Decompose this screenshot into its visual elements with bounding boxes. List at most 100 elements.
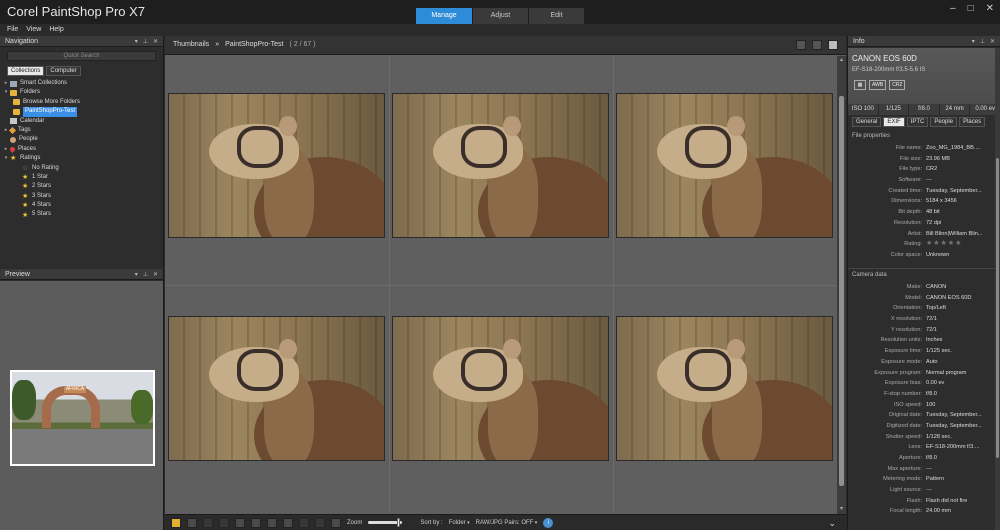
tab-collections[interactable]: Collections xyxy=(7,66,45,76)
info-scrollbar[interactable] xyxy=(995,48,1000,530)
thumbnail-view-icon[interactable] xyxy=(828,40,838,50)
tab-manage[interactable]: Manage xyxy=(416,8,473,24)
property-value: CANON EOS 60D xyxy=(926,294,972,301)
tree-folders[interactable]: ▾ Folders xyxy=(2,88,163,97)
zoom-slider[interactable] xyxy=(368,518,403,527)
white-balance-icon: AWB xyxy=(869,80,887,90)
sort-dropdown[interactable]: Folder xyxy=(449,520,470,526)
thumbnail-6[interactable] xyxy=(616,316,833,461)
tab-iptc[interactable]: IPTC xyxy=(906,117,929,127)
share-icon[interactable] xyxy=(267,517,277,528)
property-row: X resolution: 72/1 xyxy=(848,314,995,325)
property-label: F-stop number: xyxy=(884,390,922,397)
menu-file[interactable]: File xyxy=(7,24,18,36)
pin-icon[interactable]: ⊥ xyxy=(143,271,148,278)
rotate-right-icon[interactable] xyxy=(315,517,325,528)
collapse-icon[interactable]: ▾ xyxy=(2,154,10,163)
property-value: Unknown xyxy=(926,251,950,258)
paint-icon[interactable] xyxy=(219,517,229,528)
info-icon[interactable]: i xyxy=(543,517,554,528)
tree-2-stars[interactable]: ★ 2 Stars xyxy=(2,182,163,191)
tab-places[interactable]: Places xyxy=(959,117,986,127)
minimize-icon[interactable]: – xyxy=(950,3,956,14)
property-label: X resolution: xyxy=(890,316,922,323)
property-value: 23.96 MB xyxy=(926,155,950,162)
tree-ratings[interactable]: ▾ ★ Ratings xyxy=(2,154,163,163)
tree-browse-more-folders[interactable]: Browse More Folders xyxy=(2,98,163,107)
property-row: Orientation: Top/Left xyxy=(848,303,995,314)
tree-1-star[interactable]: ★ 1 Star xyxy=(2,173,163,182)
panel-close-icon[interactable]: ✕ xyxy=(153,38,158,45)
property-value: --- xyxy=(926,177,932,184)
edit-icon[interactable] xyxy=(187,517,197,528)
scroll-up-icon[interactable]: ▴ xyxy=(837,56,846,65)
brush-icon[interactable] xyxy=(203,517,213,528)
tree-3-stars[interactable]: ★ 3 Stars xyxy=(2,192,163,201)
select-all-icon[interactable] xyxy=(171,517,181,528)
tree-calendar[interactable]: Calendar xyxy=(2,117,163,126)
property-row: File size: 23.96 MB xyxy=(848,154,995,165)
tab-general[interactable]: General xyxy=(852,117,882,127)
map-icon[interactable] xyxy=(331,517,341,528)
tree-smart-collections[interactable]: ▸ Smart Collections xyxy=(2,79,163,88)
tree-4-stars[interactable]: ★ 4 Stars xyxy=(2,201,163,210)
property-value: ★★★★★ xyxy=(926,240,963,248)
tab-people[interactable]: People xyxy=(930,117,958,127)
property-row: Rating: ★★★★★ xyxy=(848,239,995,250)
thumbnail-5[interactable] xyxy=(392,316,609,461)
tab-adjust[interactable]: Adjust xyxy=(473,8,529,24)
property-row: ISO speed: 100 xyxy=(848,400,995,411)
menu-view[interactable]: View xyxy=(26,24,41,36)
refresh-icon[interactable] xyxy=(796,40,806,50)
thumbnails-scrollbar[interactable]: ▴ ▾ xyxy=(837,56,846,514)
details-view-icon[interactable] xyxy=(812,40,822,50)
maximize-icon[interactable]: □ xyxy=(968,3,974,14)
panel-close-icon[interactable]: ✕ xyxy=(990,38,995,45)
pin-icon[interactable]: ⊥ xyxy=(143,38,148,45)
print-icon[interactable] xyxy=(235,517,245,528)
property-label: Exposure bias: xyxy=(884,380,922,387)
panel-menu-icon[interactable]: ▾ xyxy=(972,38,975,45)
panel-menu-icon[interactable]: ▾ xyxy=(135,38,138,45)
zoom-slider-knob[interactable] xyxy=(396,518,400,527)
property-row: Exposure bias: 0.00 ev xyxy=(848,378,995,389)
batch-icon[interactable] xyxy=(283,517,293,528)
collapse-icon[interactable]: ▾ xyxy=(2,88,10,97)
tab-exif[interactable]: EXIF xyxy=(883,117,905,127)
breadcrumb-thumbnails[interactable]: Thumbnails xyxy=(173,41,209,48)
tab-edit[interactable]: Edit xyxy=(529,8,585,24)
file-format-icon: CR2 xyxy=(889,80,906,90)
raw-jpg-pairs-dropdown[interactable]: RAW/JPG Pairs: OFF xyxy=(476,520,538,526)
tree-5-stars[interactable]: ★ 5 Stars xyxy=(2,210,163,219)
tab-computer[interactable]: Computer xyxy=(46,66,81,76)
tree-no-rating[interactable]: ☆ No Rating xyxy=(2,164,163,173)
tree-places[interactable]: ▸ Places xyxy=(2,145,163,154)
preview-title: Preview xyxy=(5,270,30,278)
collapse-chevron-icon[interactable]: ⌄ xyxy=(828,518,836,529)
tree-people[interactable]: People xyxy=(2,135,163,144)
folder-icon[interactable] xyxy=(251,517,261,528)
property-value: Pattern xyxy=(926,476,945,483)
expand-icon[interactable]: ▸ xyxy=(2,79,10,88)
thumbnail-1[interactable] xyxy=(168,93,385,238)
tree-tags[interactable]: ▸ Tags xyxy=(2,126,163,135)
thumbnail-2[interactable] xyxy=(392,93,609,238)
panel-close-icon[interactable]: ✕ xyxy=(153,271,158,278)
thumbnail-4[interactable] xyxy=(168,316,385,461)
scroll-down-icon[interactable]: ▾ xyxy=(837,505,846,514)
pin-icon[interactable]: ⊥ xyxy=(980,38,985,45)
property-value: 100 xyxy=(926,401,936,408)
menu-help[interactable]: Help xyxy=(49,24,63,36)
panel-menu-icon[interactable]: ▾ xyxy=(135,271,138,278)
window-controls: – □ ✕ xyxy=(950,3,994,14)
tree-folder-paintshoppro-test[interactable]: PaintShopPro-Test xyxy=(2,107,163,117)
quick-search-input[interactable]: Quick Search xyxy=(7,51,156,61)
scrollbar-thumb[interactable] xyxy=(996,158,999,458)
rotate-left-icon[interactable] xyxy=(299,517,309,528)
thumbnail-3[interactable] xyxy=(616,93,833,238)
close-icon[interactable]: ✕ xyxy=(986,3,994,14)
scrollbar-thumb[interactable] xyxy=(839,96,844,486)
breadcrumb-folder[interactable]: PaintShopPro-Test xyxy=(225,41,283,48)
property-value: 72/1 xyxy=(926,316,937,323)
property-row: Y resolution: 72/1 xyxy=(848,325,995,336)
